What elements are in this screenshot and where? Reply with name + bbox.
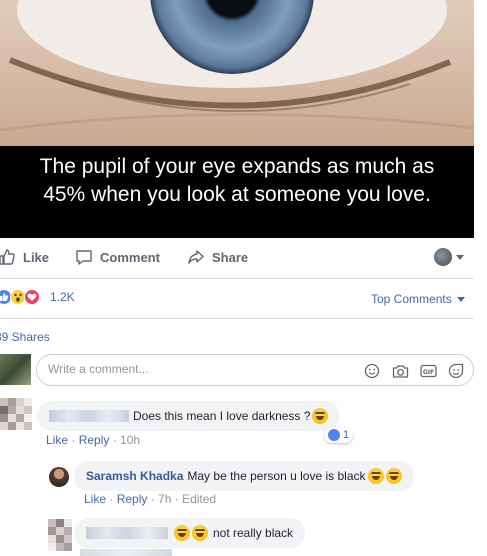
avatar[interactable]	[0, 354, 31, 385]
post-as-selector[interactable]	[434, 248, 464, 266]
svg-text:GIF: GIF	[422, 369, 433, 376]
divider	[0, 318, 474, 319]
comment-meta: Like · Reply · 10h	[46, 433, 141, 447]
comment-reaction-badge[interactable]: 1	[324, 427, 354, 443]
thumbs-up-icon	[0, 249, 15, 265]
reaction-count[interactable]: 1.2K	[50, 290, 75, 304]
comment-input[interactable]	[48, 362, 348, 376]
laughing-emoji-icon	[367, 468, 384, 484]
caption-line-2: 45% when you look at someone you love.	[43, 183, 431, 206]
camera-icon[interactable]	[391, 362, 409, 380]
comment-time[interactable]: 10h	[120, 433, 140, 447]
laughing-emoji-icon	[192, 525, 208, 541]
reply-text: May be the person u love is black	[187, 469, 366, 483]
blurred-meta	[80, 549, 172, 556]
reply-meta: Like · Reply · 7h · Edited	[84, 492, 217, 506]
emoji-icon[interactable]	[363, 362, 381, 380]
composer-icons: GIF	[363, 362, 465, 380]
chevron-down-icon	[456, 296, 465, 302]
avatar	[434, 248, 452, 266]
speech-bubble-icon	[76, 250, 92, 265]
eye-illustration	[0, 0, 474, 132]
laughing-emoji-icon	[312, 408, 329, 424]
reply-reply-link[interactable]: Reply	[117, 492, 148, 506]
caption-line-1: The pupil of your eye expands as much as	[39, 155, 435, 178]
reply-like-link[interactable]: Like	[84, 492, 106, 506]
shares-count[interactable]: 39 Shares	[0, 330, 50, 344]
comment-button[interactable]: Comment	[75, 248, 160, 266]
avatar[interactable]	[48, 519, 72, 551]
share-label: Share	[212, 249, 249, 265]
comment-reply-link[interactable]: Reply	[79, 433, 110, 447]
comment-bubble: Does this mean I love darkness ?	[37, 401, 341, 431]
like-reaction-icon	[328, 429, 340, 441]
divider	[0, 278, 474, 279]
eye-photo	[0, 0, 474, 146]
like-button[interactable]: Like	[0, 248, 49, 266]
post-actions: Like Comment Share	[0, 244, 487, 272]
comment-like-link[interactable]: Like	[46, 433, 68, 447]
sticker-icon[interactable]	[447, 362, 465, 380]
comment-reaction-count: 1	[343, 429, 350, 441]
reply-text: not really black	[213, 526, 294, 540]
top-comments-label: Top Comments	[371, 292, 452, 306]
avatar[interactable]	[0, 398, 32, 430]
reply-author[interactable]: Saramsh Khadka	[86, 469, 183, 483]
like-label: Like	[23, 249, 50, 265]
chevron-down-icon	[456, 254, 464, 260]
comment-composer[interactable]: GIF	[36, 354, 474, 386]
love-reaction-icon	[24, 289, 40, 305]
share-button[interactable]: Share	[187, 248, 248, 266]
reply-time[interactable]: 7h	[158, 492, 171, 506]
laughing-emoji-icon	[385, 468, 402, 484]
comment-label: Comment	[100, 249, 160, 265]
reply-bubble: Saramsh Khadka May be the person u love …	[74, 461, 414, 491]
gif-icon[interactable]: GIF	[419, 362, 437, 380]
reaction-icons[interactable]	[0, 289, 40, 305]
blurred-author-name[interactable]	[86, 527, 168, 539]
reactions-summary: 1.2K Top Comments	[0, 289, 487, 307]
post-caption: The pupil of your eye expands as much as…	[0, 146, 474, 238]
reply-edited[interactable]: Edited	[182, 492, 216, 506]
post-image[interactable]: The pupil of your eye expands as much as…	[0, 0, 474, 238]
laughing-emoji-icon	[174, 525, 190, 541]
reply-bubble: not really black	[74, 518, 306, 548]
share-arrow-icon	[188, 250, 204, 264]
avatar[interactable]	[49, 467, 69, 487]
blurred-author-name[interactable]	[49, 410, 129, 422]
top-comments-dropdown[interactable]: Top Comments	[371, 292, 465, 306]
comment-text: Does this mean I love darkness ?	[133, 409, 311, 423]
